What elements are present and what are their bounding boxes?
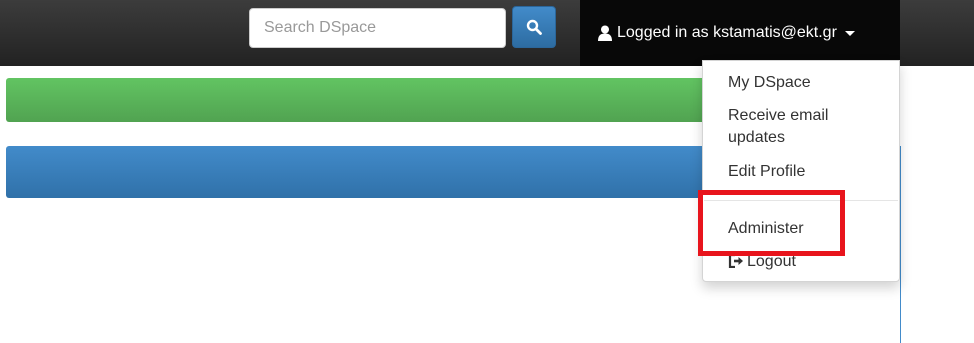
menu-item-my-dspace[interactable]: My DSpace (728, 72, 811, 94)
search-input[interactable] (249, 8, 506, 48)
highlight-box (698, 190, 845, 256)
caret-down-icon (844, 30, 855, 36)
search-button[interactable] (512, 6, 556, 48)
content-border (900, 146, 901, 343)
logout-icon (728, 254, 744, 268)
user-menu-toggle[interactable]: Logged in as kstamatis@ekt.gr (580, 0, 900, 66)
user-icon (598, 25, 612, 41)
user-menu-label: Logged in as kstamatis@ekt.gr (617, 24, 837, 41)
navbar: Logged in as kstamatis@ekt.gr (0, 0, 974, 66)
search-icon (526, 19, 542, 35)
menu-item-edit-profile[interactable]: Edit Profile (728, 161, 805, 183)
menu-item-receive-email-updates[interactable]: Receive email updates (728, 105, 878, 149)
